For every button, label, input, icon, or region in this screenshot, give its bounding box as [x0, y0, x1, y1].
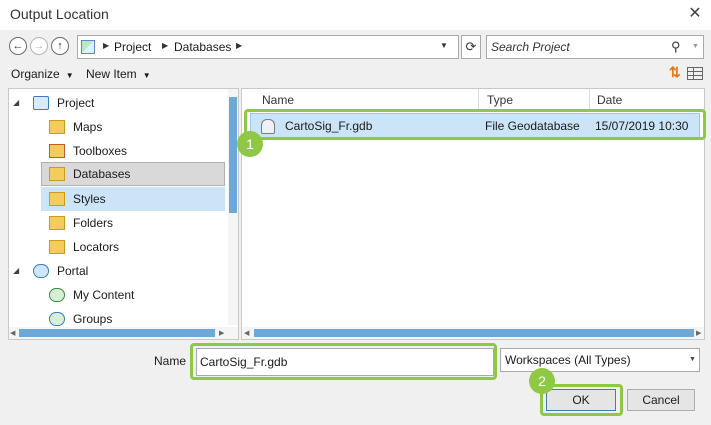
location-icon	[81, 40, 95, 54]
databases-folder-icon	[49, 167, 65, 181]
tree-item-label: My Content	[73, 288, 135, 302]
tree-item-label: Locators	[73, 240, 120, 254]
chevron-right-icon: ▶	[103, 41, 110, 50]
tree-item-my-content[interactable]: My Content	[9, 283, 227, 307]
organize-menu[interactable]: Organize ▼	[11, 67, 74, 81]
row-name: CartoSig_Fr.gdb	[285, 119, 373, 133]
search-icon[interactable]: ⚲	[671, 39, 681, 55]
new-item-menu[interactable]: New Item ▼	[86, 67, 151, 81]
column-header-date[interactable]: Date	[597, 93, 622, 107]
scroll-right-arrow-icon[interactable]: ▶	[696, 329, 701, 337]
tree-item-label: Toolboxes	[73, 144, 128, 158]
chevron-down-icon[interactable]: ▼	[689, 356, 696, 363]
tree-item-label: Project	[57, 96, 95, 110]
callout-badge-2: 2	[529, 368, 555, 394]
name-input[interactable]	[200, 354, 480, 370]
ok-button[interactable]: OK	[546, 389, 616, 411]
name-field[interactable]	[196, 348, 494, 376]
row-date: 15/07/2019 10:30	[595, 119, 689, 133]
tree-item-databases[interactable]: Databases	[41, 162, 225, 186]
column-header-name[interactable]: Name	[262, 93, 294, 107]
toolboxes-folder-icon	[49, 144, 65, 158]
portal-cloud-icon	[33, 264, 49, 278]
forward-button[interactable]: →	[30, 37, 48, 55]
search-box[interactable]: ⚲ ▼	[486, 35, 704, 59]
new-item-label: New Item	[86, 67, 137, 81]
tree-item-folders[interactable]: Folders	[9, 211, 227, 235]
chevron-down-icon[interactable]: ▼	[440, 41, 448, 50]
scroll-left-arrow-icon[interactable]: ◀	[10, 329, 15, 337]
tree-item-label: Folders	[73, 216, 114, 230]
column-header-type[interactable]: Type	[487, 93, 513, 107]
tree-item-label: Portal	[57, 264, 89, 278]
up-button[interactable]: ↑	[51, 37, 69, 55]
list-horizontal-scroll-thumb[interactable]	[254, 329, 694, 337]
tree-item-toolboxes[interactable]: Toolboxes	[9, 139, 227, 163]
tree-item-label: Databases	[73, 167, 131, 181]
tree-item-portal[interactable]: ◢ Portal	[9, 259, 227, 283]
close-icon[interactable]: ✕	[684, 3, 706, 25]
chevron-right-icon: ▶	[236, 41, 243, 50]
chevron-right-icon: ▶	[162, 41, 169, 50]
groups-icon	[49, 312, 65, 326]
tree-item-label: Maps	[73, 120, 103, 134]
back-button[interactable]: ←	[9, 37, 27, 55]
breadcrumb-project[interactable]: Project	[114, 40, 151, 54]
table-row[interactable]: CartoSig_Fr.gdb File Geodatabase 15/07/2…	[250, 113, 700, 139]
filter-value: Workspaces (All Types)	[505, 353, 631, 367]
cancel-button[interactable]: Cancel	[627, 389, 695, 411]
file-list[interactable]: Name Type Date CartoSig_Fr.gdb File Geod…	[241, 88, 705, 340]
styles-folder-icon	[49, 192, 65, 206]
tree-item-maps[interactable]: Maps	[9, 115, 227, 139]
chevron-down-icon[interactable]: ▼	[692, 43, 699, 50]
locators-folder-icon	[49, 240, 65, 254]
callout-badge-1: 1	[237, 131, 263, 157]
navigation-tree[interactable]: ◢ Project Maps Toolboxes Databases Style…	[8, 88, 239, 340]
window-title: Output Location	[10, 6, 109, 22]
geodatabase-icon	[261, 119, 275, 134]
folders-folder-icon	[49, 216, 65, 230]
row-type: File Geodatabase	[485, 119, 580, 133]
project-folder-icon	[33, 96, 49, 110]
organize-label: Organize	[11, 67, 60, 81]
my-content-icon	[49, 288, 65, 302]
tree-item-styles[interactable]: Styles	[41, 187, 225, 211]
address-bar[interactable]: ▶ Project ▶ Databases ▶ ▼	[77, 35, 459, 59]
tree-item-label: Styles	[73, 192, 106, 206]
expand-icon[interactable]: ◢	[13, 91, 19, 115]
column-divider[interactable]	[589, 89, 590, 111]
filter-select[interactable]: Workspaces (All Types) ▼	[500, 348, 700, 372]
refresh-button[interactable]: ⟳	[461, 35, 481, 59]
tree-vertical-scroll-thumb[interactable]	[229, 97, 237, 213]
scroll-left-arrow-icon[interactable]: ◀	[244, 329, 249, 337]
expand-icon[interactable]: ◢	[13, 259, 19, 283]
tree-item-locators[interactable]: Locators	[9, 235, 227, 259]
sort-icon[interactable]: ⇅	[669, 64, 681, 81]
caret-down-icon: ▼	[65, 71, 74, 80]
search-input[interactable]	[491, 39, 661, 55]
view-options-icon[interactable]	[687, 67, 703, 80]
caret-down-icon: ▼	[142, 71, 151, 80]
tree-horizontal-scroll-thumb[interactable]	[19, 329, 215, 337]
tree-item-project[interactable]: ◢ Project	[9, 91, 227, 115]
scroll-right-arrow-icon[interactable]: ▶	[219, 329, 224, 337]
maps-folder-icon	[49, 120, 65, 134]
name-label: Name	[154, 354, 187, 368]
breadcrumb-databases[interactable]: Databases	[174, 40, 231, 54]
column-divider[interactable]	[478, 89, 479, 111]
